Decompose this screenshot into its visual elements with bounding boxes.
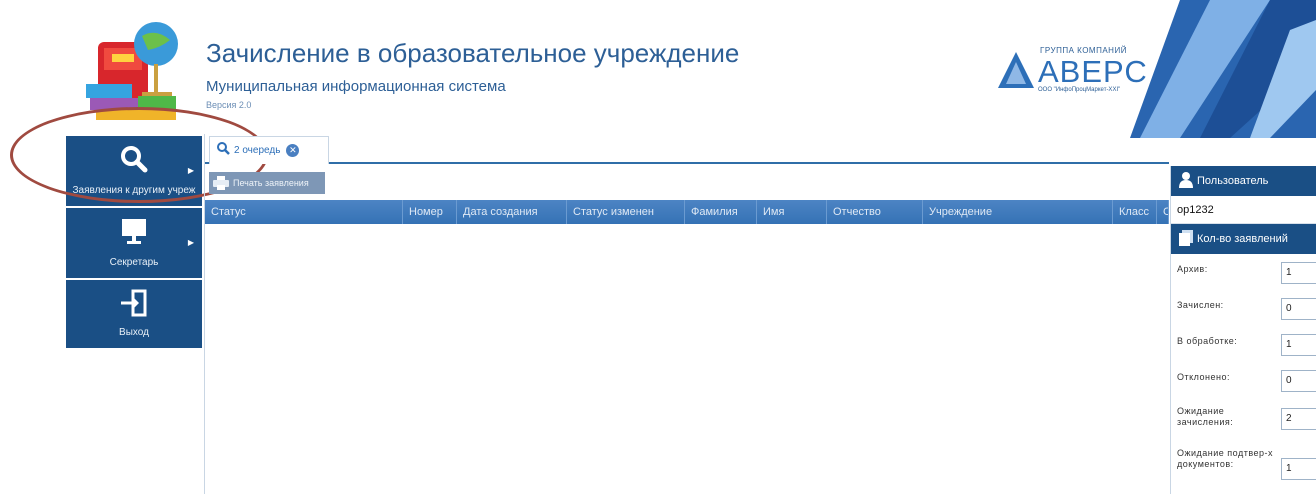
brand-sub: ООО "ИнфоПроцМаркет-XXI" bbox=[1038, 87, 1121, 93]
left-nav: ▶ Заявления к другим учреж ▶ Секретарь В… bbox=[66, 136, 204, 350]
counts-panel-header: Кол-во заявлений bbox=[1171, 224, 1316, 254]
monitor-icon bbox=[119, 216, 149, 251]
grid-header: Статус Номер Дата создания Статус измене… bbox=[205, 200, 1169, 224]
column-header-number[interactable]: Номер bbox=[403, 200, 457, 224]
count-label: Ожидание подтвер-х документов: bbox=[1177, 448, 1274, 469]
brand-logo: ГРУППА КОМПАНИЙ АВЕРС ООО "ИнфоПроцМарке… bbox=[996, 44, 1147, 96]
nav-item-label: Выход bbox=[119, 327, 149, 338]
header-decoration bbox=[1120, 0, 1316, 138]
nav-item-exit[interactable]: Выход bbox=[66, 280, 202, 350]
main-panel: 2 очередь ✕ Печать заявления Статус Номе… bbox=[204, 134, 1169, 494]
count-row-awaiting-enrollment: Ожидание зачисления: 2 bbox=[1171, 398, 1316, 444]
count-row-archive: Архив: 1 bbox=[1171, 254, 1316, 290]
count-label: Ожидание зачисления: bbox=[1177, 406, 1234, 427]
nav-item-label: Заявления к другим учреж bbox=[72, 185, 196, 196]
tab-label: 2 очередь bbox=[234, 145, 281, 156]
nav-item-secretary[interactable]: ▶ Секретарь bbox=[66, 208, 202, 280]
user-icon bbox=[1179, 171, 1193, 191]
column-header-last-name[interactable]: Фамилия bbox=[685, 200, 757, 224]
chevron-right-icon: ▶ bbox=[187, 166, 194, 175]
count-row-rejected: Отклонено: 0 bbox=[1171, 362, 1316, 398]
count-row-processing: В обработке: 1 bbox=[1171, 326, 1316, 362]
user-panel-header: Пользователь bbox=[1171, 166, 1316, 196]
count-value: 0 bbox=[1281, 370, 1316, 392]
search-icon bbox=[119, 144, 149, 179]
printer-icon bbox=[213, 176, 229, 190]
app-version: Версия 2.0 bbox=[206, 100, 252, 110]
count-row-awaiting-documents: Ожидание подтвер-х документов: 1 bbox=[1171, 444, 1316, 494]
count-value: 2 bbox=[1281, 408, 1316, 430]
grid-body bbox=[205, 224, 1169, 494]
current-user: ор1232 bbox=[1171, 196, 1316, 224]
nav-item-other-applications[interactable]: ▶ Заявления к другим учреж bbox=[66, 136, 202, 208]
count-label: Отклонено: bbox=[1177, 372, 1230, 382]
user-panel-title: Пользователь bbox=[1197, 175, 1269, 187]
count-value: 1 bbox=[1281, 458, 1316, 480]
column-header-institution[interactable]: Учреждение bbox=[923, 200, 1113, 224]
count-label: Зачислен: bbox=[1177, 300, 1224, 310]
column-header-status-changed[interactable]: Статус изменен bbox=[567, 200, 685, 224]
column-header-truncated[interactable]: Сп bbox=[1157, 200, 1169, 224]
count-label: В обработке: bbox=[1177, 336, 1238, 346]
app-title: Зачисление в образовательное учреждение bbox=[206, 38, 740, 68]
count-value: 1 bbox=[1281, 334, 1316, 356]
search-icon bbox=[216, 141, 230, 160]
chevron-right-icon: ▶ bbox=[187, 238, 194, 247]
column-header-created[interactable]: Дата создания bbox=[457, 200, 567, 224]
documents-icon bbox=[1179, 229, 1193, 249]
column-header-patronymic[interactable]: Отчество bbox=[827, 200, 923, 224]
column-header-status[interactable]: Статус bbox=[205, 200, 403, 224]
count-label: Архив: bbox=[1177, 264, 1208, 274]
count-value: 1 bbox=[1281, 262, 1316, 284]
nav-item-label: Секретарь bbox=[109, 257, 159, 268]
tab-strip: 2 очередь ✕ bbox=[205, 134, 1169, 164]
exit-door-icon bbox=[119, 288, 149, 323]
count-row-enrolled: Зачислен: 0 bbox=[1171, 290, 1316, 326]
column-header-class[interactable]: Класс bbox=[1113, 200, 1157, 224]
toolbar: Печать заявления bbox=[205, 166, 1169, 198]
app-subtitle: Муниципальная информационная система bbox=[206, 78, 506, 95]
column-header-first-name[interactable]: Имя bbox=[757, 200, 827, 224]
counts-panel-title: Кол-во заявлений bbox=[1197, 233, 1288, 245]
right-panel: Пользователь ор1232 Кол-во заявлений Арх… bbox=[1170, 166, 1316, 494]
count-value: 0 bbox=[1281, 298, 1316, 320]
print-application-label: Печать заявления bbox=[233, 178, 309, 188]
brand-triangle-icon bbox=[998, 52, 1034, 88]
close-icon[interactable]: ✕ bbox=[286, 144, 300, 157]
tab-queue-2[interactable]: 2 очередь ✕ bbox=[209, 136, 329, 164]
print-application-button[interactable]: Печать заявления bbox=[209, 172, 325, 194]
app-logo bbox=[82, 14, 190, 126]
